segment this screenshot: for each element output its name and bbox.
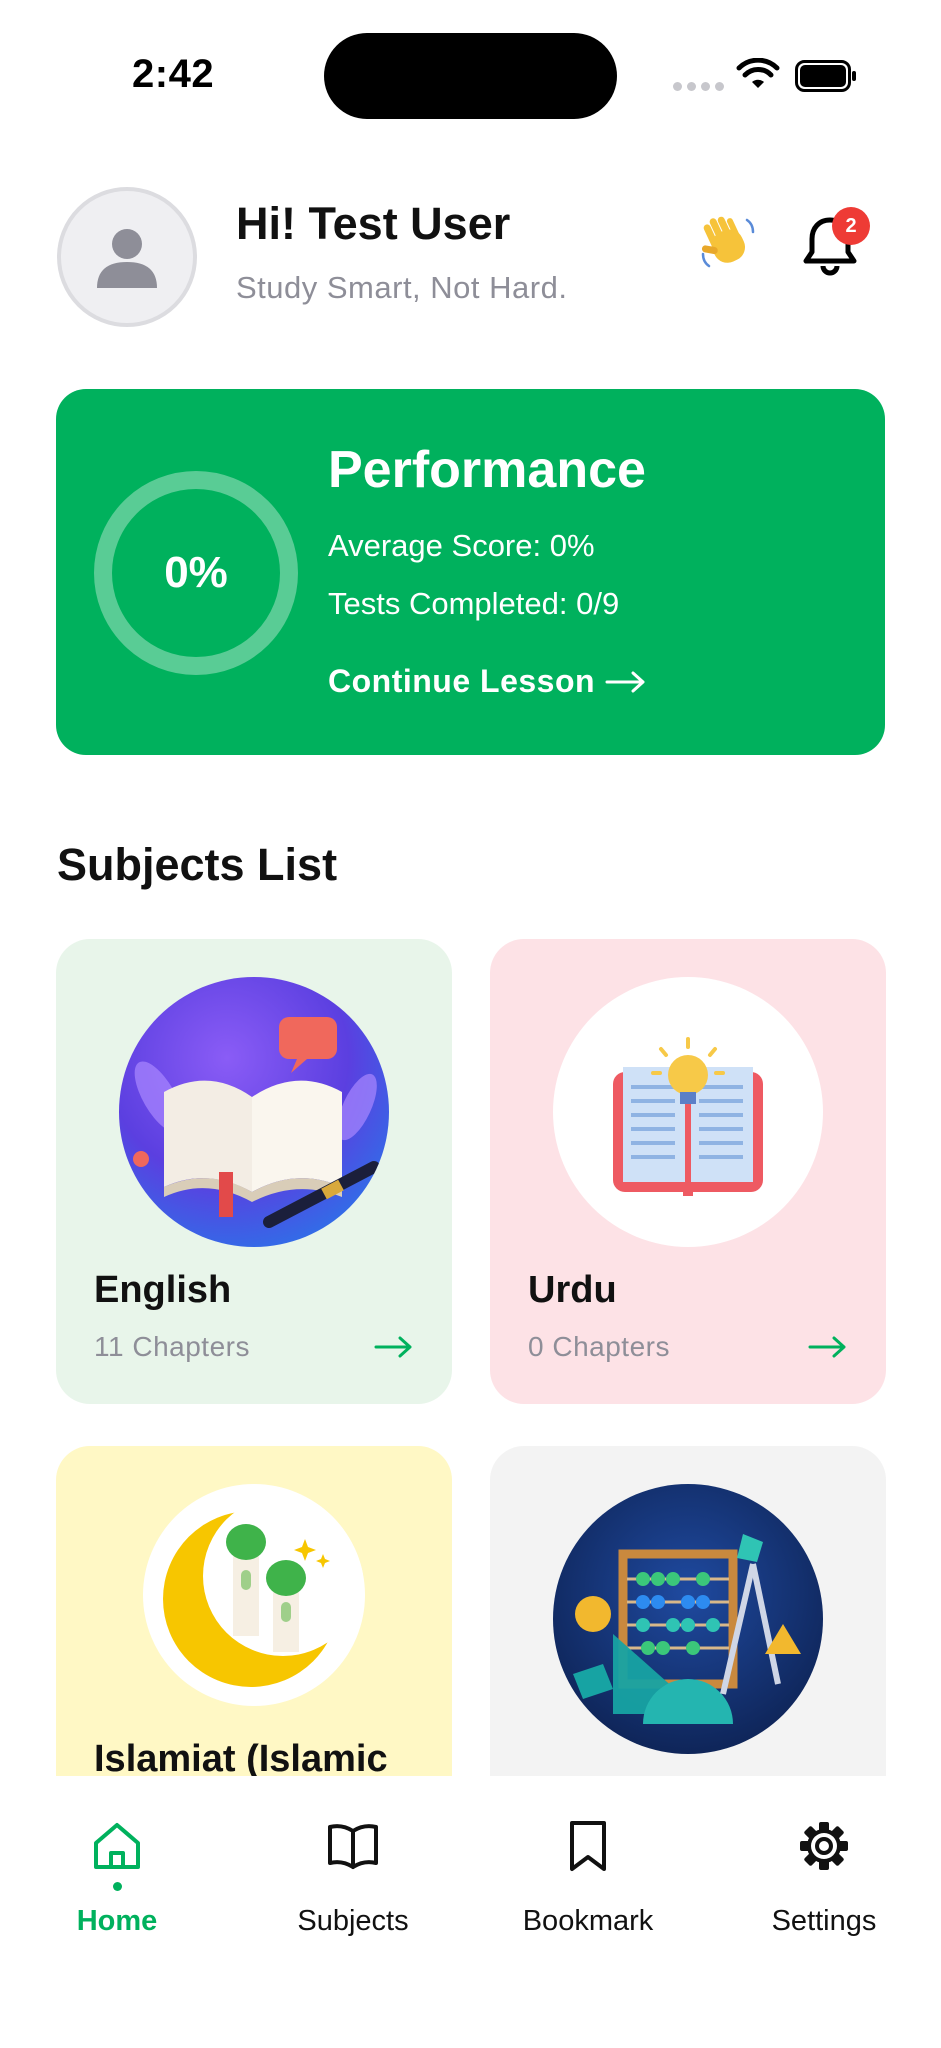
- wifi-icon: [736, 58, 780, 88]
- continue-lesson-label: Continue Lesson: [328, 663, 596, 699]
- active-tab-indicator: [112, 1882, 122, 1891]
- arrow-right-icon: [374, 1336, 412, 1358]
- urdu-subject-image: [553, 977, 823, 1247]
- tab-bookmark[interactable]: Bookmark: [488, 1816, 688, 1938]
- greeting-tagline: Study Smart, Not Hard.: [236, 270, 568, 305]
- greeting-title: Hi! Test User: [236, 198, 511, 249]
- tab-home[interactable]: Home: [17, 1816, 217, 1938]
- waving-hand-icon[interactable]: [697, 212, 759, 274]
- tab-home-label: Home: [76, 1905, 158, 1937]
- status-time: 2:42: [132, 52, 215, 96]
- gear-icon: [800, 1822, 848, 1870]
- performance-percent: 0%: [164, 548, 228, 597]
- islamiat-subject-image: [143, 1484, 365, 1706]
- dynamic-island: [324, 33, 617, 119]
- tab-settings[interactable]: Settings: [724, 1816, 924, 1938]
- bottom-tab-bar: Home Subjects Bookmark Settings: [0, 1776, 941, 2048]
- average-score-text: Average Score: 0%: [328, 528, 595, 563]
- tests-completed-text: Tests Completed: 0/9: [328, 586, 620, 621]
- avatar[interactable]: [57, 187, 197, 327]
- subject-name: English: [94, 1269, 232, 1311]
- arrow-right-icon: [605, 671, 645, 692]
- subject-name: Urdu: [528, 1269, 617, 1311]
- notification-badge: 2: [832, 207, 870, 245]
- arrow-right-icon: [808, 1336, 846, 1358]
- tab-subjects-label: Subjects: [297, 1905, 409, 1937]
- subject-name: Islamiat (Islamic: [94, 1738, 388, 1776]
- tab-bookmark-label: Bookmark: [522, 1905, 654, 1937]
- bookmark-icon: [570, 1821, 606, 1871]
- subject-card-urdu[interactable]: Urdu 0 Chapters: [490, 939, 886, 1404]
- subject-card-mathematics[interactable]: [490, 1446, 886, 1776]
- battery-icon: [795, 60, 856, 92]
- subject-card-islamiat[interactable]: Islamiat (Islamic: [56, 1446, 452, 1776]
- user-icon: [97, 229, 157, 288]
- book-open-icon: [328, 1824, 378, 1869]
- home-icon: [94, 1823, 140, 1869]
- subject-chapters: 0 Chapters: [528, 1331, 670, 1362]
- subject-chapters: 11 Chapters: [94, 1331, 250, 1362]
- subjects-list-title: Subjects List: [57, 839, 338, 890]
- english-subject-image: [119, 977, 389, 1247]
- cellular-signal-icon: [673, 82, 724, 91]
- performance-title: Performance: [328, 441, 646, 499]
- subject-card-english[interactable]: English 11 Chapters: [56, 939, 452, 1404]
- tab-settings-label: Settings: [771, 1905, 877, 1937]
- mathematics-subject-image: [553, 1484, 823, 1754]
- continue-lesson-button[interactable]: Continue Lesson: [328, 663, 647, 700]
- status-bar: 2:42: [0, 0, 941, 150]
- tab-subjects[interactable]: Subjects: [253, 1816, 453, 1938]
